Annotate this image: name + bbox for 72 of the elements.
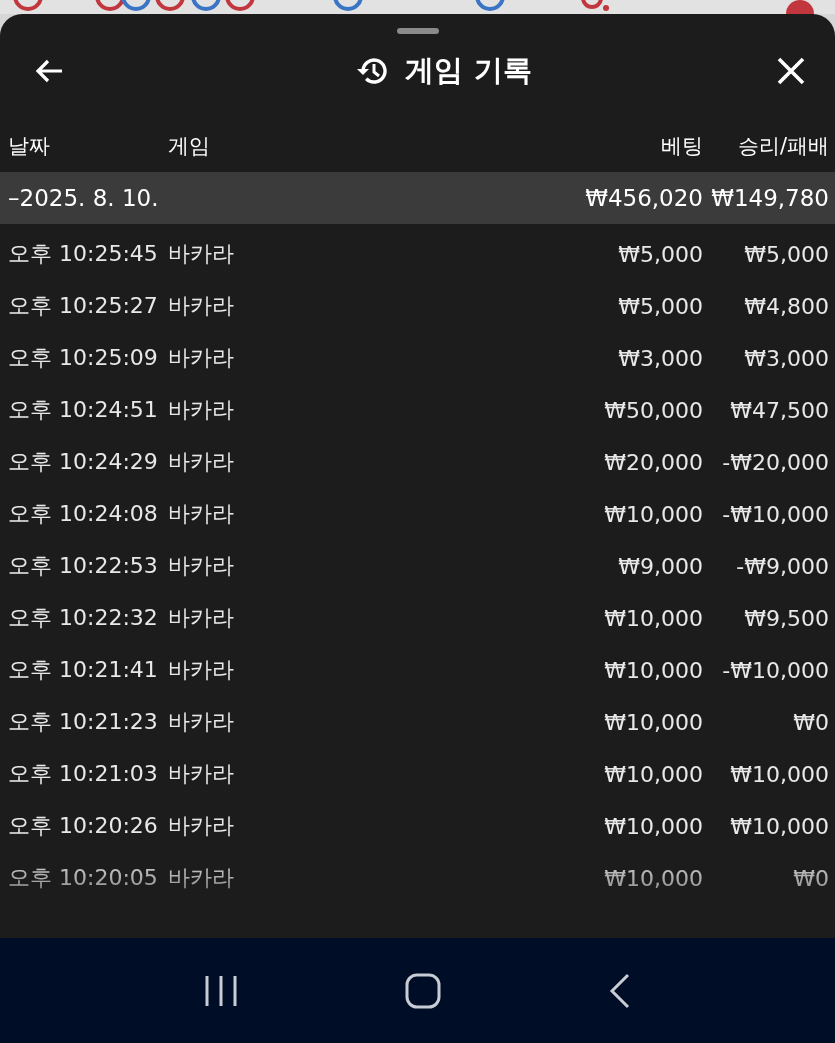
time-cell-text: 오후 10:21:41 — [8, 656, 159, 684]
time-cell-text: 오후 10:24:51 — [8, 396, 159, 424]
game-cell-text: 바카라 — [168, 292, 235, 320]
bet-cell-text: ₩9,000 — [617, 553, 703, 579]
bet-cell-text: ₩50,000 — [603, 397, 703, 423]
bet-cell-text: ₩5,000 — [617, 241, 703, 267]
bet-cell-text: ₩3,000 — [617, 345, 703, 371]
game-cell-text: 바카라 — [168, 656, 235, 684]
group-date: –2025. 8. 10. — [8, 185, 160, 211]
back-chevron-icon — [609, 972, 632, 1009]
result-cell-text: ₩9,500 — [743, 605, 829, 631]
result-cell-text: ₩10,000 — [729, 761, 829, 787]
game-cell-text: 바카라 — [168, 344, 235, 372]
column-header: 승리/패배 — [736, 133, 829, 160]
result-total: ₩149,780 — [710, 185, 829, 211]
result-cell-text: ₩47,500 — [729, 397, 829, 423]
result-cell-text: ₩5,000 — [743, 241, 829, 267]
result-cell-text: ₩0 — [792, 709, 829, 735]
result-cell-text: ₩4,800 — [743, 293, 829, 319]
time-cell-text: 오후 10:21:23 — [8, 708, 159, 736]
result-cell-text: -₩20,000 — [721, 449, 829, 475]
drag-handle[interactable] — [396, 28, 439, 34]
column-header: 게임 — [168, 133, 211, 160]
result-cell-text: -₩10,000 — [721, 501, 829, 527]
game-cell-text: 바카라 — [168, 500, 235, 528]
result-cell-text: ₩3,000 — [743, 345, 829, 371]
time-cell-text: 오후 10:25:27 — [8, 292, 159, 320]
back-nav-button[interactable] — [609, 972, 632, 1009]
back-button[interactable] — [34, 58, 64, 84]
time-cell-text: 오후 10:25:45 — [8, 240, 159, 268]
game-cell-text: 바카라 — [168, 552, 235, 580]
result-cell-text: ₩10,000 — [729, 813, 829, 839]
time-cell-text: 오후 10:24:08 — [8, 500, 159, 528]
sheet-title: 게임 기록 — [405, 52, 532, 89]
close-icon — [777, 57, 805, 85]
bet-cell-text: ₩5,000 — [617, 293, 703, 319]
home-icon — [405, 972, 442, 1009]
game-cell-text: 바카라 — [168, 604, 235, 632]
column-header: 베팅 — [660, 133, 703, 160]
time-cell-text: 오후 10:25:09 — [8, 344, 159, 372]
back-arrow-icon — [34, 58, 64, 84]
game-cell-text: 바카라 — [168, 760, 235, 788]
bet-cell-text: ₩20,000 — [603, 449, 703, 475]
bet-cell-text: ₩10,000 — [603, 709, 703, 735]
game-cell-text: 바카라 — [168, 396, 235, 424]
recent-apps-button[interactable] — [203, 973, 238, 1008]
result-cell-text: -₩9,000 — [735, 553, 829, 579]
game-cell-text: 바카라 — [168, 448, 235, 476]
bet-cell-text: ₩10,000 — [603, 865, 703, 891]
bet-cell-text: ₩10,000 — [603, 657, 703, 683]
time-cell-text: 오후 10:21:03 — [8, 760, 159, 788]
bet-cell-text: ₩10,000 — [603, 605, 703, 631]
bet-total: ₩456,020 — [584, 185, 703, 211]
close-button[interactable] — [777, 57, 805, 85]
history-icon — [355, 55, 390, 87]
time-cell-text: 오후 10:20:26 — [8, 812, 159, 840]
home-button[interactable] — [405, 972, 442, 1009]
game-cell-text: 바카라 — [168, 812, 235, 840]
column-header: 날짜 — [8, 133, 51, 160]
game-cell-text: 바카라 — [168, 240, 235, 268]
bet-cell-text: ₩10,000 — [603, 501, 703, 527]
time-cell-text: 오후 10:20:05 — [8, 864, 159, 892]
recent-apps-icon — [203, 973, 238, 1008]
time-cell-text: 오후 10:22:53 — [8, 552, 159, 580]
game-cell-text: 바카라 — [168, 708, 235, 736]
bet-cell-text: ₩10,000 — [603, 813, 703, 839]
bet-cell-text: ₩10,000 — [603, 761, 703, 787]
time-cell-text: 오후 10:22:32 — [8, 604, 159, 632]
game-cell-text: 바카라 — [168, 864, 235, 892]
result-cell-text: -₩10,000 — [721, 657, 829, 683]
time-cell-text: 오후 10:24:29 — [8, 448, 159, 476]
result-cell-text: ₩0 — [792, 865, 829, 891]
